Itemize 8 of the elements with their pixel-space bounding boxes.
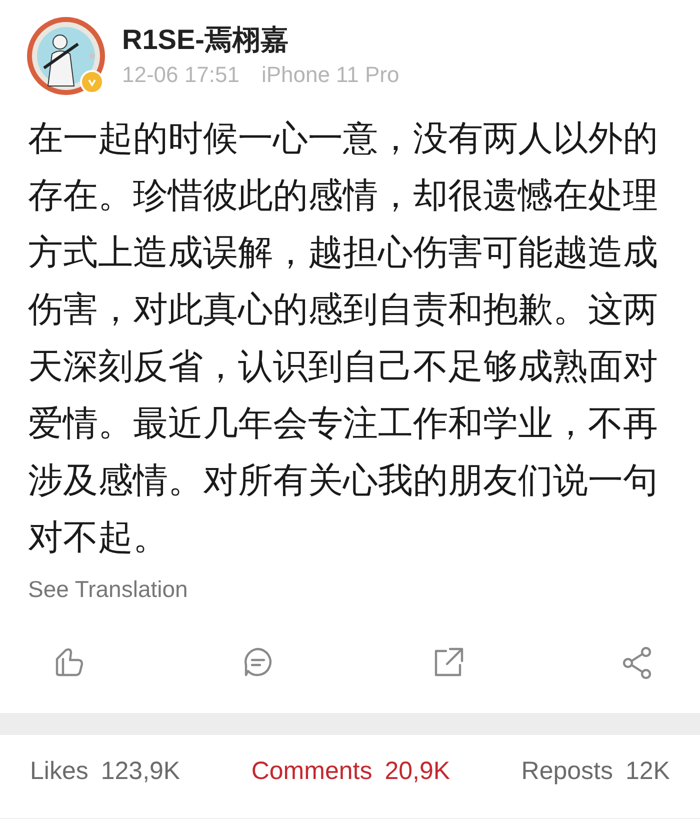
see-translation-link[interactable]: See Translation [28,576,188,602]
stats-tab[interactable]: Likes 123,9K [30,752,180,790]
stats-tab[interactable]: Reposts 12K [521,752,670,790]
post-time: 12-06 17:51 [122,64,240,86]
author-name[interactable]: R1SE-焉栩嘉 [122,26,400,54]
stats-tab[interactable]: Comments 20,9K [251,752,450,790]
post-device: iPhone 11 Pro [261,64,400,86]
post-text: 在一起的时候一心一意，没有两人以外的存在。珍惜彼此的感情，却很遗憾在处理方式上造成误解，越担心伤害可能越造成伤害，对此真心的感到自责和抱歉。这两天深刻反省，认识到自己不足够成熟面对爱情。最近几年会专注工作和学业，不再涉及感情。对所有关心我的朋友们说一句对不起。 [28,118,659,559]
